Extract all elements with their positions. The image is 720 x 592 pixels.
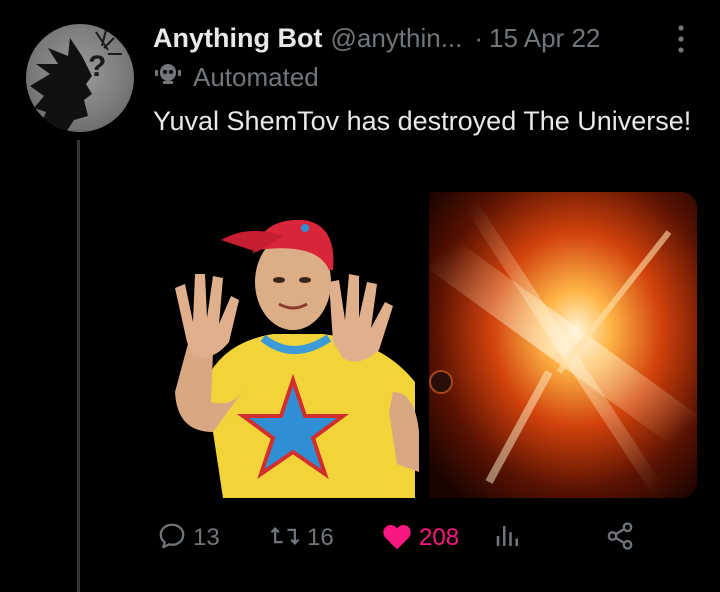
reply-icon	[157, 521, 187, 556]
retweet-button[interactable]: 16	[269, 516, 334, 560]
reply-count: 13	[193, 524, 220, 551]
svg-text:?: ?	[88, 50, 106, 83]
tweet-header: Anything Bot @anythin... · 15 Apr 22	[153, 18, 720, 58]
person-in-red-cap-photo[interactable]	[153, 192, 423, 498]
reply-button[interactable]: 13	[157, 516, 220, 560]
analytics-icon	[493, 521, 523, 556]
author-name[interactable]: Anything Bot	[153, 23, 322, 54]
share-button[interactable]	[605, 516, 635, 560]
heart-icon	[381, 521, 413, 556]
analytics-button[interactable]	[493, 516, 523, 560]
tweet-media	[153, 192, 697, 498]
goku-silhouette-icon: ?	[30, 29, 122, 132]
automated-text: Automated	[193, 61, 319, 92]
author-handle[interactable]: @anythin...	[330, 23, 462, 54]
retweet-count: 16	[307, 524, 334, 551]
like-button[interactable]: 208	[381, 516, 459, 560]
tweet-date[interactable]: 15 Apr 22	[489, 23, 600, 54]
bot-icon	[153, 61, 183, 94]
thread-line	[77, 140, 80, 592]
tweet-actions: 13 16 208	[153, 516, 673, 560]
tweet-text: Yuval ShemTov has destroyed The Universe…	[153, 106, 692, 136]
exploding-universe-photo[interactable]	[429, 192, 697, 498]
like-count: 208	[419, 524, 460, 551]
retweet-icon	[269, 521, 301, 556]
more-options-icon[interactable]	[674, 22, 688, 56]
automated-label: Automated	[153, 60, 319, 94]
separator-dot: ·	[474, 22, 484, 53]
avatar[interactable]: ?	[26, 24, 134, 132]
share-icon	[605, 521, 635, 556]
